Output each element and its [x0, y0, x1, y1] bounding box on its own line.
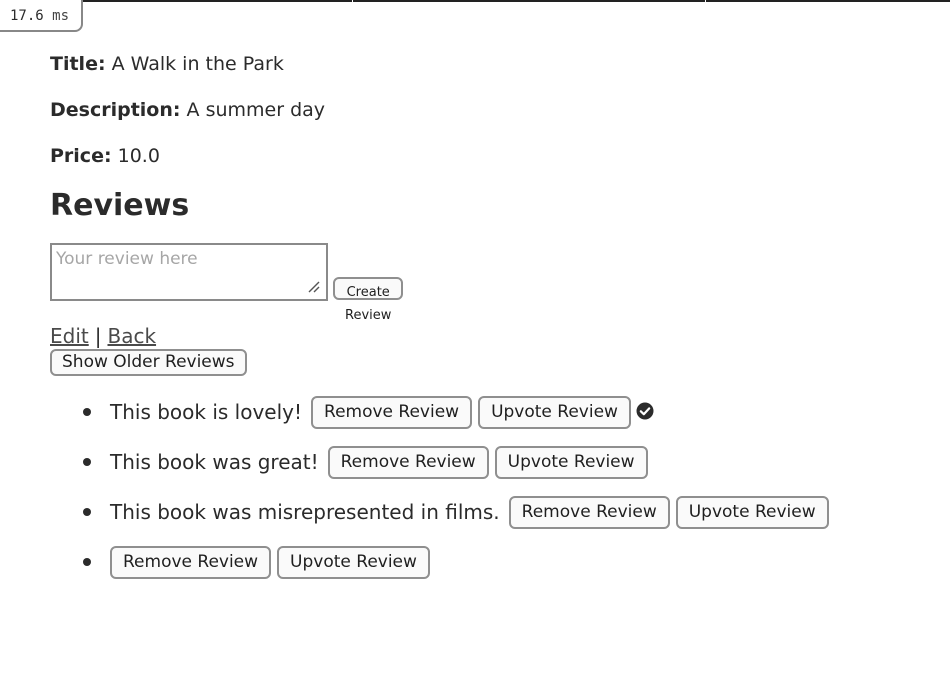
remove-review-button[interactable]: Remove Review	[327, 446, 489, 479]
render-time-value: 17.6	[10, 8, 44, 24]
review-text: This book was great!	[110, 450, 319, 474]
upvote-review-button[interactable]: Upvote Review	[675, 496, 829, 529]
review-list: This book is lovely! Remove Review Upvote …	[50, 395, 829, 595]
review-input[interactable]	[50, 243, 328, 301]
nav-links: Edit | Back	[50, 322, 156, 350]
remove-review-button[interactable]: Remove Review	[311, 396, 473, 429]
upvote-review-button[interactable]: Upvote Review	[277, 546, 430, 579]
check-circle-icon	[636, 402, 654, 420]
create-review-button[interactable]: Create Review	[333, 277, 404, 323]
review-text: This book is lovely!	[110, 400, 303, 424]
book-description-value: A summer day	[186, 99, 326, 121]
book-price-label: Price:	[50, 145, 112, 167]
book-description-row: Description: A summer day	[50, 96, 930, 124]
book-description-label: Description:	[50, 99, 181, 121]
review-item: This book is lovely! Remove Review Upvote …	[50, 395, 829, 445]
book-price-row: Price: 10.0	[50, 142, 930, 170]
review-text: This book was misrepresented in films.	[110, 500, 500, 524]
upvote-review-button[interactable]: Upvote Review	[478, 396, 631, 429]
resize-grip-icon[interactable]	[308, 281, 320, 293]
review-item: This book was great! Remove Review Upvote …	[50, 445, 829, 495]
top-border	[0, 0, 950, 2]
book-title-label: Title:	[50, 53, 106, 75]
link-separator: |	[94, 324, 102, 348]
book-title-row: Title: A Walk in the Park	[50, 50, 930, 78]
book-detail: Title: A Walk in the Park Description: A…	[50, 50, 930, 579]
edit-link[interactable]: Edit	[50, 324, 89, 348]
render-time-unit: ms	[52, 8, 70, 24]
show-older-reviews-button[interactable]: Show Older Reviews	[50, 349, 247, 376]
review-item: Remove Review Upvote Review	[50, 545, 829, 595]
remove-review-button[interactable]: Remove Review	[110, 546, 272, 579]
render-time-badge: 17.6 ms	[0, 0, 84, 32]
reviews-heading: Reviews	[50, 188, 190, 223]
remove-review-button[interactable]: Remove Review	[508, 496, 670, 529]
back-link[interactable]: Back	[107, 324, 156, 348]
review-item: This book was misrepresented in films. Re…	[50, 495, 829, 545]
book-price-value: 10.0	[117, 145, 160, 167]
book-title-value: A Walk in the Park	[111, 53, 284, 75]
upvote-review-button[interactable]: Upvote Review	[494, 446, 648, 479]
